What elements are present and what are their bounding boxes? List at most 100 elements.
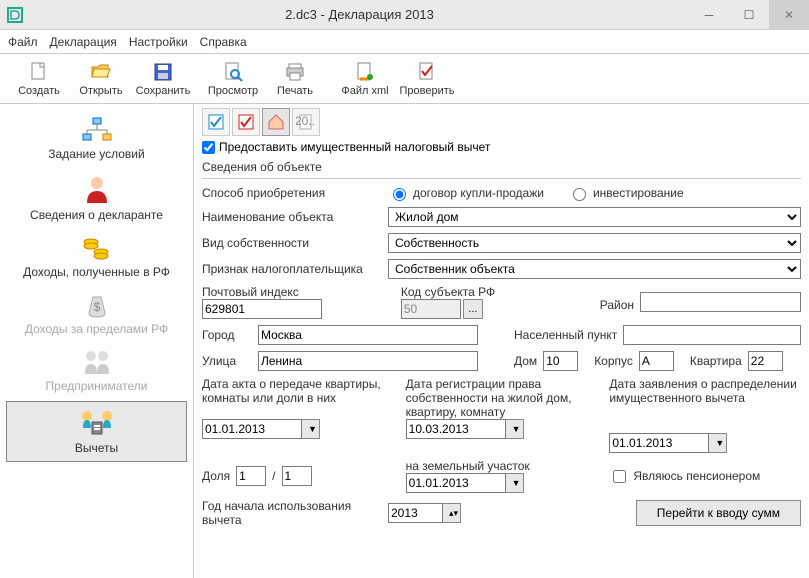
person-icon (81, 173, 113, 205)
close-button[interactable]: ✕ (769, 0, 809, 30)
menu-settings[interactable]: Настройки (129, 35, 188, 49)
radio-purchase[interactable]: договор купли-продажи (388, 185, 544, 201)
content-panel: 20.. Предоставить имущественный налоговы… (194, 104, 809, 578)
postal-input[interactable] (202, 299, 322, 319)
preview-label: Просмотр (208, 85, 258, 97)
sidebar-item-declarant[interactable]: Сведения о декларанте (0, 167, 193, 228)
land-date-label: на земельный участок (406, 459, 598, 473)
land-date-input[interactable] (406, 473, 506, 493)
flat-input[interactable] (748, 351, 783, 371)
minimize-button[interactable]: ─ (689, 0, 729, 30)
mini-btn-1[interactable] (202, 108, 230, 136)
region-code-browse-button[interactable]: ... (463, 299, 483, 319)
sidebar-income-rf-label: Доходы, полученные в РФ (23, 265, 170, 279)
street-input[interactable] (258, 351, 478, 371)
mini-btn-2[interactable] (232, 108, 260, 136)
create-button[interactable]: Создать (8, 56, 70, 102)
share-numerator-input[interactable] (236, 466, 266, 486)
sidebar-item-deductions[interactable]: Вычеты (6, 401, 187, 462)
create-label: Создать (18, 85, 60, 97)
district-input[interactable] (640, 292, 801, 312)
maximize-button[interactable]: ☐ (729, 0, 769, 30)
xml-file-icon (354, 61, 376, 83)
sidebar-entrepreneurs-label: Предприниматели (46, 379, 148, 393)
businesspeople-icon (81, 348, 113, 376)
svg-text:$: $ (93, 300, 100, 314)
street-label: Улица (202, 354, 252, 368)
coins-icon (81, 234, 113, 262)
reg-date-label: Дата регистрации права собственности на … (406, 377, 598, 419)
folder-open-icon (90, 61, 112, 83)
building-label: Корпус (594, 354, 633, 368)
deductions-icon (79, 408, 115, 438)
act-date-label: Дата акта о передаче квартиры, комнаты и… (202, 377, 394, 419)
postal-label: Почтовый индекс (202, 285, 395, 299)
sidebar-income-abroad-label: Доходы за пределами РФ (25, 322, 168, 336)
declaration-date-picker-button[interactable]: ▼ (709, 433, 727, 453)
sidebar-declarant-label: Сведения о декларанте (30, 208, 163, 222)
house-input[interactable] (543, 351, 578, 371)
locality-label: Населенный пункт (514, 328, 617, 342)
pensioner-label: Являюсь пенсионером (633, 469, 760, 483)
declaration-date-input[interactable] (609, 433, 709, 453)
menu-help[interactable]: Справка (200, 35, 247, 49)
preview-button[interactable]: Просмотр (202, 56, 264, 102)
act-date-input[interactable] (202, 419, 302, 439)
svg-text:20..: 20.. (296, 114, 315, 128)
city-input[interactable] (258, 325, 478, 345)
sidebar-item-entrepreneurs[interactable]: Предприниматели (0, 342, 193, 399)
taxpayer-select[interactable]: Собственник объекта (388, 259, 801, 279)
city-label: Город (202, 328, 252, 342)
group-title: Сведения об объекте (202, 158, 801, 178)
reg-date-picker-button[interactable]: ▼ (506, 419, 524, 439)
year-spinner-button[interactable]: ▴▾ (443, 503, 461, 523)
share-denominator-input[interactable] (282, 466, 312, 486)
print-label: Печать (277, 85, 313, 97)
ownership-select[interactable]: Собственность (388, 233, 801, 253)
provide-deduction-label: Предоставить имущественный налоговый выч… (219, 140, 490, 154)
open-label: Открыть (79, 85, 122, 97)
menubar: Файл Декларация Настройки Справка (0, 30, 809, 54)
provide-deduction-checkbox[interactable] (202, 141, 215, 154)
mini-toolbar: 20.. (202, 108, 801, 136)
menu-file[interactable]: Файл (8, 35, 38, 49)
sidebar-deductions-label: Вычеты (75, 441, 118, 455)
printer-icon (284, 61, 306, 83)
locality-input[interactable] (623, 325, 801, 345)
save-button[interactable]: Сохранить (132, 56, 194, 102)
toolbar: Создать Открыть Сохранить Просмотр Печат… (0, 54, 809, 104)
money-bag-icon: $ (83, 291, 111, 319)
check-icon (416, 61, 438, 83)
sidebar-item-income-rf[interactable]: Доходы, полученные в РФ (0, 228, 193, 285)
save-icon (152, 61, 174, 83)
sidebar: Задание условий Сведения о декларанте До… (0, 104, 194, 578)
region-code-label: Код субъекта РФ (401, 285, 594, 299)
sidebar-item-conditions[interactable]: Задание условий (0, 110, 193, 167)
print-button[interactable]: Печать (264, 56, 326, 102)
mini-btn-doc[interactable]: 20.. (292, 108, 320, 136)
obj-name-label: Наименование объекта (202, 210, 382, 224)
sidebar-item-income-abroad[interactable]: $ Доходы за пределами РФ (0, 285, 193, 342)
year-input[interactable] (388, 503, 443, 523)
land-date-picker-button[interactable]: ▼ (506, 473, 524, 493)
check-button[interactable]: Проверить (396, 56, 458, 102)
reg-date-input[interactable] (406, 419, 506, 439)
acq-method-label: Способ приобретения (202, 186, 382, 200)
new-file-icon (28, 61, 50, 83)
xml-button[interactable]: Файл xml (334, 56, 396, 102)
building-input[interactable] (639, 351, 674, 371)
house-icon (266, 112, 286, 132)
goto-sums-button[interactable]: Перейти к вводу сумм (636, 500, 801, 526)
act-date-picker-button[interactable]: ▼ (302, 419, 320, 439)
menu-declaration[interactable]: Декларация (50, 35, 117, 49)
radio-investment[interactable]: инвестирование (568, 185, 684, 201)
pensioner-checkbox[interactable] (613, 470, 626, 483)
obj-name-select[interactable]: Жилой дом (388, 207, 801, 227)
year-label: Год начала использования вычета (202, 499, 382, 527)
declaration-date-label: Дата заявления о распределении имуществе… (609, 377, 801, 433)
open-button[interactable]: Открыть (70, 56, 132, 102)
house-label: Дом (514, 354, 537, 368)
save-label: Сохранить (136, 85, 191, 97)
mini-btn-house[interactable] (262, 108, 290, 136)
taxpayer-label: Признак налогоплательщика (202, 262, 382, 276)
